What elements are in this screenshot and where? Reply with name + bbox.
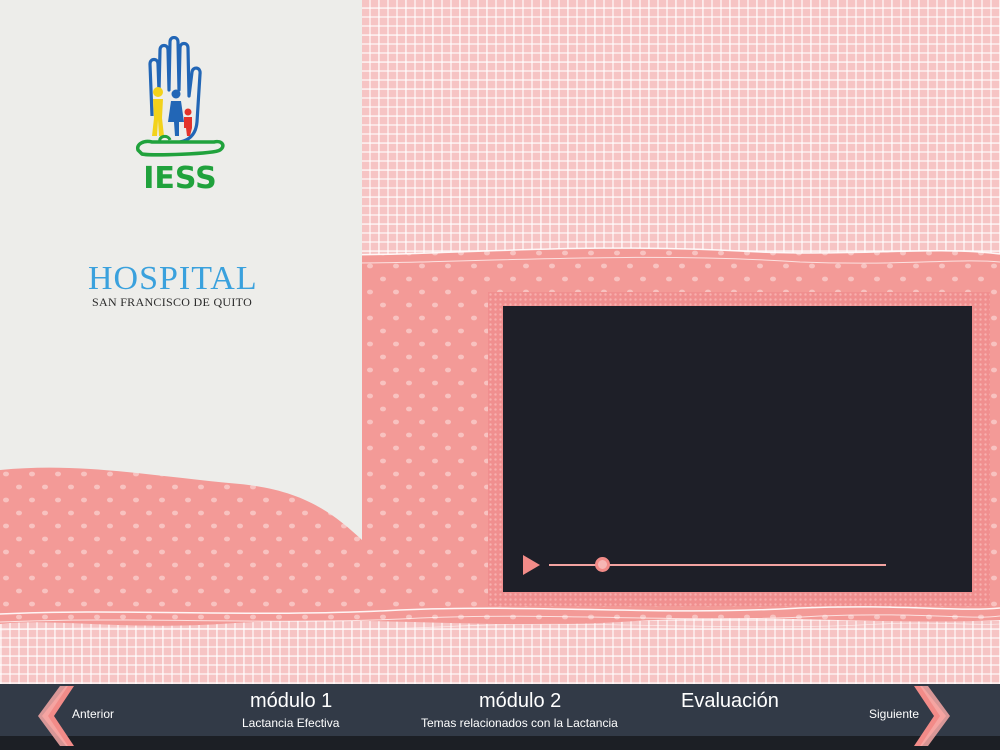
- evaluation-link[interactable]: Evaluación: [681, 690, 779, 713]
- prev-button[interactable]: Anterior: [72, 707, 114, 721]
- chevron-left-icon[interactable]: [38, 686, 74, 746]
- bottom-nav-strip: [0, 736, 1000, 750]
- iess-logo: IESS: [135, 36, 225, 192]
- hospital-subtitle: SAN FRANCISCO DE QUITO: [92, 295, 253, 309]
- iess-logo-text: IESS: [143, 161, 217, 192]
- chevron-right-icon[interactable]: [914, 686, 950, 746]
- module-1-link[interactable]: módulo 1: [250, 690, 332, 713]
- video-player[interactable]: [503, 306, 972, 592]
- module-2-link[interactable]: módulo 2: [479, 690, 561, 713]
- play-icon[interactable]: [523, 555, 540, 575]
- hospital-title: HOSPITAL: [88, 260, 258, 297]
- module-2-subtitle: Temas relacionados con la Lactancia: [421, 716, 618, 730]
- next-button[interactable]: Siguiente: [869, 707, 919, 721]
- module-1-subtitle: Lactancia Efectiva: [242, 716, 340, 730]
